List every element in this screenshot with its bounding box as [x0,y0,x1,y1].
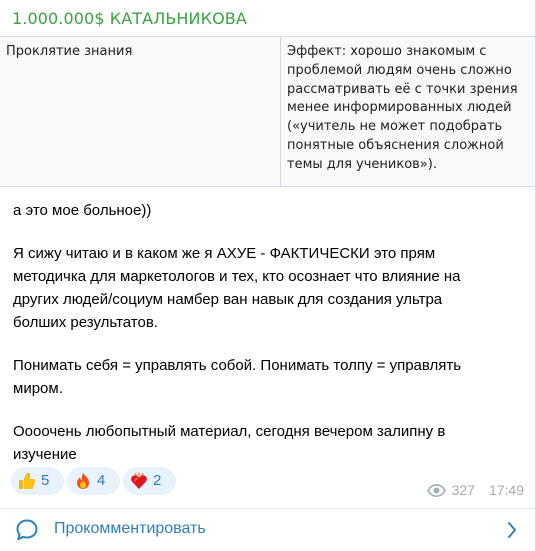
effect-line: темы для учеников»). [287,156,437,172]
table-effect-cell: Эффект: хорошо знакомым с проблемой людя… [287,43,527,175]
table-term-cell: Проклятие знания [6,44,133,59]
eye-icon [426,483,446,497]
message-line: изучение [13,445,77,463]
message-line: других людей/социум намбер ван навык для… [13,290,443,308]
comment-button[interactable]: Прокомментировать [0,509,535,551]
reaction-thumbs-up[interactable]: 5 [11,467,64,495]
message-text: а это мое больное)) Я сижу читаю и в как… [13,200,525,467]
reaction-heart-on-fire[interactable]: 2 [123,467,176,495]
channel-name[interactable]: 1.000.000$ КАТАЛЬНИКОВА [12,9,247,28]
reaction-count: 2 [153,472,162,489]
post-time: 17:49 [488,482,524,498]
effect-line: рассматривать её с точки зрения [287,81,518,97]
effect-line: понятные объяснения сложной [287,137,504,153]
effect-line: менее информированных людей [287,100,512,116]
thumbs-up-icon [19,473,36,489]
message-line: болших результатов. [13,313,158,331]
message-line: миром. [13,379,63,397]
post-meta: 327 17:49 [426,482,524,498]
table-column-divider [280,37,281,187]
comment-label: Прокомментировать [54,520,206,537]
message-line: а это мое больное)) [13,202,152,219]
reaction-fire[interactable]: 4 [67,467,120,495]
reaction-count: 5 [41,472,50,489]
effect-line: проблемой людям очень сложно [287,62,512,78]
message-line: Понимать себя = управлять собой. Понимат… [13,356,462,374]
message-line: методичка для маркетологов и тех, кто ос… [13,268,461,286]
views-count: 327 [451,482,475,498]
attached-image-table[interactable]: Проклятие знания Эффект: хорошо знакомым… [0,36,535,187]
heart-on-fire-icon [131,472,147,489]
reaction-count: 4 [97,472,106,489]
message-line: Оооочень любопытный материал, сегодня ве… [13,423,446,441]
chevron-right-icon [508,522,516,538]
effect-line: Эффект: хорошо знакомым с [287,44,487,59]
comment-bubble-icon [16,519,38,541]
fire-icon [77,473,89,489]
message-line: Я сижу читаю и в каком же я АХУЕ - ФАКТИ… [13,245,436,263]
effect-line: («учитель не может подобрать [287,119,503,135]
post-card: 1.000.000$ КАТАЛЬНИКОВА Проклятие знания… [0,0,536,551]
